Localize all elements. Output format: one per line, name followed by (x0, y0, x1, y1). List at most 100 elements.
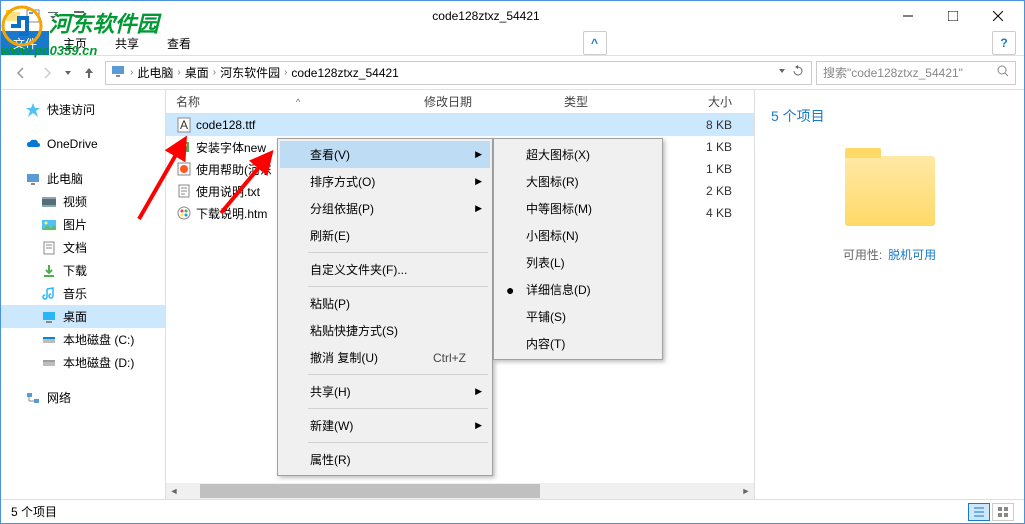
menu-properties[interactable]: 属性(R) (280, 446, 490, 473)
scroll-left-button[interactable]: ◄ (166, 483, 182, 499)
menu-accelerator: Ctrl+Z (433, 351, 466, 365)
ribbon-minimize-icon[interactable]: ^ (583, 31, 607, 55)
column-type[interactable]: 类型 (564, 93, 664, 110)
nav-history-dropdown[interactable] (61, 61, 75, 85)
sidebar-downloads[interactable]: 下载 (1, 259, 165, 282)
chevron-right-icon[interactable]: › (177, 67, 180, 78)
menu-label: 超大图标(X) (526, 146, 590, 163)
disk-icon (41, 355, 57, 371)
chevron-right-icon[interactable]: › (284, 67, 287, 78)
nav-up-button[interactable] (77, 61, 101, 85)
submenu-arrow-icon: ▶ (475, 149, 482, 160)
menu-label: 属性(R) (310, 451, 351, 468)
menu-label: 中等图标(M) (526, 200, 592, 217)
column-date[interactable]: 修改日期 (424, 93, 564, 110)
help-button[interactable]: ? (992, 31, 1016, 55)
horizontal-scrollbar[interactable]: ◄ ► (166, 483, 754, 499)
menu-sort[interactable]: 排序方式(O)▶ (280, 168, 490, 195)
maximize-button[interactable] (930, 2, 975, 30)
context-menu: 查看(V) ▶ 排序方式(O)▶ 分组依据(P) ▶ 刷新(E) 自定义文件夹(F)… (277, 138, 493, 476)
menu-label: 新建(W) (310, 417, 353, 434)
submenu-xlarge-icons[interactable]: 超大图标(X) (496, 141, 660, 168)
submenu-tiles[interactable]: 平铺(S) (496, 303, 660, 330)
menu-customize[interactable]: 自定义文件夹(F)... (280, 256, 490, 283)
menu-label: 粘贴快捷方式(S) (310, 322, 398, 339)
sidebar-item-label: 图片 (63, 216, 87, 233)
sidebar-disk-d[interactable]: 本地磁盘 (D:) (1, 351, 165, 374)
menu-undo[interactable]: 撤消 复制(U)Ctrl+Z (280, 344, 490, 371)
sidebar-item-label: 快速访问 (47, 101, 95, 118)
chevron-right-icon[interactable]: › (213, 67, 216, 78)
search-icon (997, 65, 1009, 80)
breadcrumb-item[interactable]: 桌面 (185, 64, 209, 81)
column-size[interactable]: 大小 (664, 93, 744, 110)
scroll-thumb[interactable] (200, 484, 540, 498)
minimize-button[interactable] (885, 2, 930, 30)
music-icon (41, 286, 57, 302)
file-row[interactable]: Acode128.ttf 8 KB (166, 114, 754, 136)
menu-view[interactable]: 查看(V) ▶ (280, 141, 490, 168)
column-name[interactable]: 名称^ (166, 93, 424, 110)
disk-icon (41, 332, 57, 348)
menu-paste-shortcut[interactable]: 粘贴快捷方式(S) (280, 317, 490, 344)
submenu-list[interactable]: 列表(L) (496, 249, 660, 276)
nav-forward-button[interactable] (35, 61, 59, 85)
preview-item-count: 5 个项目 (771, 106, 825, 126)
sidebar-disk-c[interactable]: 本地磁盘 (C:) (1, 328, 165, 351)
breadcrumb-refresh[interactable] (791, 64, 805, 81)
menu-separator (308, 252, 488, 253)
menu-paste[interactable]: 粘贴(P) (280, 290, 490, 317)
sidebar-item-label: 文档 (63, 239, 87, 256)
breadcrumb[interactable]: › 此电脑 › 桌面 › 河东软件园 › code128ztxz_54421 (105, 61, 812, 85)
sidebar-network[interactable]: 网络 (1, 386, 165, 409)
sort-arrow-icon: ^ (296, 97, 300, 107)
breadcrumb-dropdown[interactable] (775, 64, 789, 81)
chevron-right-icon[interactable]: › (130, 67, 133, 78)
sidebar-item-label: OneDrive (47, 137, 98, 151)
view-large-icons-button[interactable] (992, 503, 1014, 521)
sidebar-quick-access[interactable]: 快速访问 (1, 98, 165, 121)
sidebar-documents[interactable]: 文档 (1, 236, 165, 259)
sidebar-item-label: 音乐 (63, 285, 87, 302)
menu-refresh[interactable]: 刷新(E) (280, 222, 490, 249)
pc-icon (25, 171, 41, 187)
ribbon-tab-view[interactable]: 查看 (153, 31, 205, 55)
menu-share[interactable]: 共享(H)▶ (280, 378, 490, 405)
menu-new[interactable]: 新建(W) ▶ (280, 412, 490, 439)
sidebar-desktop[interactable]: 桌面 (1, 305, 165, 328)
submenu-arrow-icon: ▶ (475, 420, 482, 431)
breadcrumb-item[interactable]: 此电脑 (137, 64, 173, 81)
submenu-large-icons[interactable]: 大图标(R) (496, 168, 660, 195)
submenu-small-icons[interactable]: 小图标(N) (496, 222, 660, 249)
view-details-button[interactable] (968, 503, 990, 521)
submenu-medium-icons[interactable]: 中等图标(M) (496, 195, 660, 222)
status-bar: 5 个项目 (1, 499, 1024, 523)
submenu-arrow-icon: ▶ (475, 203, 482, 214)
search-input[interactable]: 搜索"code128ztxz_54421" (816, 61, 1016, 85)
menu-separator (308, 408, 488, 409)
menu-label: 分组依据(P) (310, 200, 374, 217)
desktop-icon (41, 309, 57, 325)
window-title: code128ztxz_54421 (87, 9, 885, 23)
close-button[interactable] (975, 2, 1020, 30)
sidebar-item-label: 视频 (63, 193, 87, 210)
sidebar-item-label: 网络 (47, 389, 71, 406)
submenu-content[interactable]: 内容(T) (496, 330, 660, 357)
watermark-url: www.pc0359.cn (1, 43, 159, 58)
menu-label: 内容(T) (526, 335, 565, 352)
menu-label: 刷新(E) (310, 227, 350, 244)
menu-label: 查看(V) (310, 146, 350, 163)
menu-group[interactable]: 分组依据(P) ▶ (280, 195, 490, 222)
availability-label: 可用性: (843, 246, 882, 263)
submenu-details[interactable]: ●详细信息(D) (496, 276, 660, 303)
breadcrumb-item[interactable]: code128ztxz_54421 (291, 66, 398, 80)
nav-back-button[interactable] (9, 61, 33, 85)
cloud-icon (25, 136, 41, 152)
pictures-icon (41, 217, 57, 233)
submenu-arrow-icon: ▶ (475, 386, 482, 397)
scroll-right-button[interactable]: ► (738, 483, 754, 499)
watermark-logo: 河东软件园 www.pc0359.cn (1, 5, 159, 58)
sidebar-music[interactable]: 音乐 (1, 282, 165, 305)
download-icon (41, 263, 57, 279)
breadcrumb-item[interactable]: 河东软件园 (220, 64, 280, 81)
